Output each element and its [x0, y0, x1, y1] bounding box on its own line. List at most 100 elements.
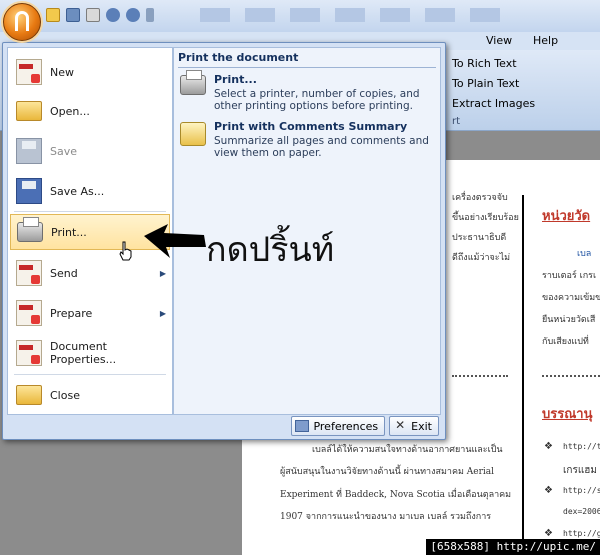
close-icon: ✕: [395, 418, 406, 432]
menu-item-document-properties[interactable]: Document Properties...: [10, 335, 170, 371]
bullet-link[interactable]: http://th: [563, 442, 600, 451]
menu-item-label: Send: [50, 266, 78, 280]
section-divider: [452, 375, 508, 377]
doc-line: เครื่องตรวจจับ: [452, 193, 508, 203]
preferences-button[interactable]: Preferences: [291, 416, 386, 436]
menu-view[interactable]: View: [486, 34, 512, 47]
menu-item-label: Print...: [51, 225, 87, 239]
pane-entry-print[interactable]: Print... Select a printer, number of cop…: [178, 70, 436, 117]
screenshot-frame: View Help To Rich Text To Plain Text Ext…: [0, 0, 600, 555]
menu-item-label: Open...: [50, 104, 90, 118]
pane-entry-title: Print...: [214, 73, 257, 86]
pdf-new-icon: [16, 59, 42, 85]
pane-entry-print-with-comments[interactable]: Print with Comments Summary Summarize al…: [178, 120, 436, 164]
ghost-toolbar-item: [335, 8, 365, 22]
document-properties-icon: [16, 340, 42, 366]
menu-item-label: Prepare: [50, 306, 93, 320]
bullet-glyph: ❖: [544, 485, 553, 496]
watermark: [658x588] http://upic.me/: [426, 539, 600, 555]
to-plain-text-button[interactable]: To Plain Text: [452, 77, 519, 90]
folder-open-icon: [16, 101, 42, 121]
to-rich-text-button[interactable]: To Rich Text: [452, 57, 517, 70]
pane-divider: [178, 67, 436, 68]
doc-line: ขึ้นอย่างเรียบร้อย: [452, 213, 519, 223]
column-divider: [522, 195, 524, 555]
menu-separator: [14, 374, 166, 375]
doc-line: ราบเตอร์ เกรเ: [542, 271, 597, 281]
doc-label: เบล: [577, 249, 592, 259]
bullet-text: เกรแฮม: [563, 465, 597, 476]
menu-item-label: Save As...: [50, 184, 105, 198]
ghost-toolbar-item: [470, 8, 500, 22]
section-divider: [542, 375, 600, 377]
send-icon: [16, 260, 42, 286]
pane-entry-title: Print with Comments Summary: [214, 120, 408, 133]
bullet-glyph: ❖: [544, 441, 553, 452]
exit-label: Exit: [411, 419, 432, 433]
annotation-text: กดปริ้นท์: [206, 230, 335, 270]
print-comments-icon: [180, 122, 206, 146]
close-folder-icon: [16, 385, 42, 405]
doc-line: ผู้สนับสนุนในงานวิจัยทางด้านนี้ ผ่านทางส…: [280, 467, 495, 477]
quick-access-toolbar: [46, 8, 154, 22]
bullet-link[interactable]: http://gl: [563, 529, 600, 538]
doc-line: เบลล์ได้ให้ความสนใจทางด้านอากาศยานและเป็…: [312, 445, 503, 455]
bullet-glyph: ❖: [544, 528, 553, 539]
save-as-icon: [16, 178, 42, 204]
preferences-label: Preferences: [313, 419, 379, 433]
ghost-toolbar-item: [290, 8, 320, 22]
exit-button[interactable]: ✕ Exit: [389, 416, 439, 436]
pane-entry-description: Select a printer, number of copies, and …: [214, 88, 420, 112]
undo-icon[interactable]: [106, 8, 120, 22]
open-icon[interactable]: [46, 8, 60, 22]
menu-item-send[interactable]: Send ▶: [10, 255, 170, 291]
menu-item-label: Close: [50, 388, 80, 402]
annotation-arrow: [144, 224, 206, 258]
customize-toolbar-icon[interactable]: [146, 8, 154, 22]
section-heading: บรรณานุ: [542, 407, 593, 422]
menu-item-label: Document Properties...: [50, 340, 117, 366]
redo-icon[interactable]: [126, 8, 140, 22]
doc-line: ยืนหน่วยวัดเสี: [542, 315, 596, 325]
ghost-toolbar-item: [425, 8, 455, 22]
floppy-disk-icon: [16, 138, 42, 164]
doc-line: ของความเข้มข: [542, 293, 600, 303]
preferences-icon: [295, 420, 310, 432]
menu-item-new[interactable]: New: [10, 54, 170, 90]
ghost-toolbar-item: [245, 8, 275, 22]
hand-cursor-icon: [119, 241, 132, 261]
menu-separator: [14, 211, 166, 212]
doc-line: กับเสียงแปที่: [542, 337, 589, 347]
menu-item-save: Save: [10, 133, 170, 169]
pane-entry-description: Summarize all pages and comments and vie…: [214, 135, 429, 159]
menu-item-open[interactable]: Open...: [10, 93, 170, 129]
bullet-text: dex=2006: [563, 507, 600, 516]
save-icon[interactable]: [66, 8, 80, 22]
doc-line: Experiment ที่ Baddeck, Nova Scotia เมื่…: [280, 490, 512, 500]
menu-item-save-as[interactable]: Save As...: [10, 173, 170, 209]
doc-line: ประธานาธิบดี: [452, 233, 507, 243]
ghost-toolbar-item: [200, 8, 230, 22]
ghost-toolbar-item: [380, 8, 410, 22]
menu-item-prepare[interactable]: Prepare ▶: [10, 295, 170, 331]
office-menu-footer: Preferences ✕ Exit: [291, 416, 439, 436]
printer-icon: [17, 217, 43, 242]
submenu-arrow-icon: ▶: [159, 308, 166, 318]
doc-line: ดีถึงแม้ว่าจะไม่: [452, 253, 511, 263]
menu-item-label: New: [50, 65, 74, 79]
prepare-icon: [16, 300, 42, 326]
menu-item-close[interactable]: Close: [10, 377, 170, 413]
submenu-arrow-icon: ▶: [159, 268, 166, 278]
print-icon[interactable]: [86, 8, 100, 22]
pane-title: Print the document: [178, 51, 299, 64]
printer-icon: [180, 70, 206, 95]
bullet-link[interactable]: http://sl: [563, 486, 600, 495]
menu-help[interactable]: Help: [533, 34, 558, 47]
ribbon-group-label: rt: [452, 116, 461, 127]
extract-images-button[interactable]: Extract Images: [452, 97, 535, 110]
menu-item-label: Save: [50, 144, 78, 158]
doc-line: 1907 จากการแนะนำของนาง มาเบล เบลล์ รวมถึ…: [280, 512, 492, 522]
application-button[interactable]: [3, 3, 41, 41]
app-logo-icon: [15, 11, 29, 31]
section-heading: หน่วยวัด: [542, 209, 591, 224]
